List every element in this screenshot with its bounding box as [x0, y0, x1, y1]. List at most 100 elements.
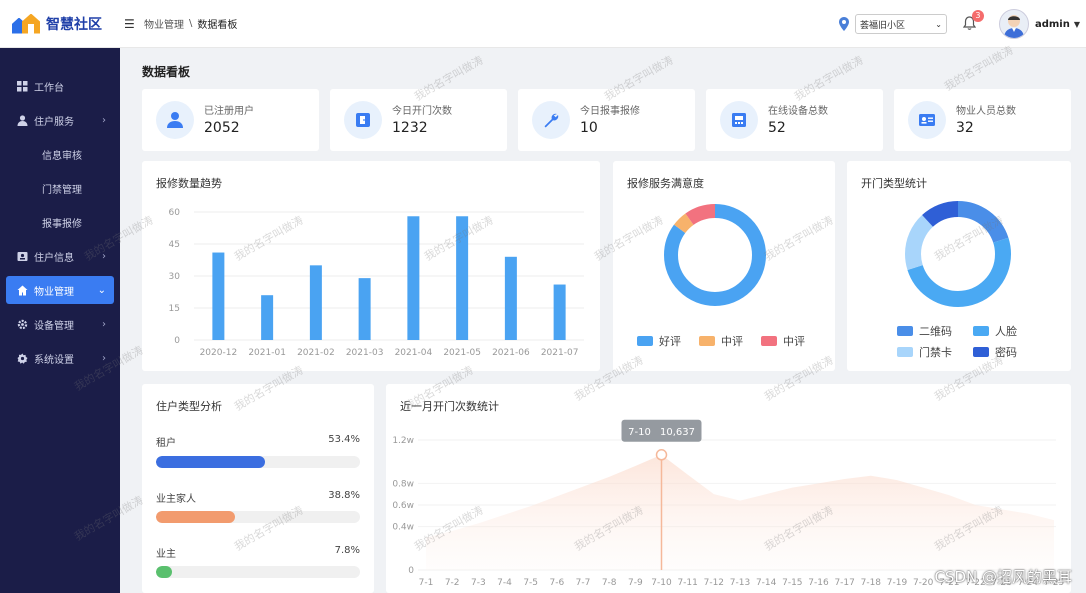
- stat-card-repair-reports: 今日报事报修 10: [518, 89, 695, 151]
- bar: [309, 265, 322, 340]
- tooltip-point: [655, 449, 668, 461]
- username[interactable]: admin: [1035, 19, 1070, 30]
- sidebar-subitem-info-review[interactable]: 信息审核: [6, 140, 114, 168]
- sidebar-item-resident-info[interactable]: 住户信息 ›: [6, 242, 114, 270]
- sidebar-item-label: 物业管理: [34, 286, 74, 298]
- door-type-donut-chart: [905, 201, 1011, 307]
- progress-fill: [156, 456, 265, 468]
- user-icon: [156, 101, 194, 139]
- sidebar-item-device-management[interactable]: 设备管理 ›: [6, 310, 114, 338]
- y-tick-label: 0.4w: [392, 523, 414, 533]
- sidebar-subitem-repair-report[interactable]: 报事报修: [6, 208, 114, 236]
- x-tick-label: 7-9: [628, 578, 643, 588]
- sidebar: 工作台 住户服务 › 信息审核 门禁管理 报事报修 住户信息 › 物业管理 ⌄ …: [0, 48, 120, 593]
- x-tick-label: 2021-04: [395, 348, 433, 358]
- tooltip-value: 10,637: [660, 427, 695, 438]
- page-title: 数据看板: [142, 65, 191, 79]
- progress-track: [156, 511, 360, 523]
- device-icon: [720, 101, 758, 139]
- legend-swatch: [761, 336, 777, 346]
- repair-trend-chart: 0 15 30 45 60 2020-12 2021-01 2021-02 2021-03 202…: [169, 208, 584, 358]
- x-tick-label: 7-18: [861, 578, 882, 588]
- sidebar-item-system-settings[interactable]: 系统设置 ›: [6, 344, 114, 372]
- menu-toggle-icon[interactable]: ☰: [124, 17, 138, 31]
- stat-label: 今日报事报修: [580, 106, 640, 117]
- stat-value: 10: [580, 120, 598, 136]
- sidebar-item-label: 住户信息: [34, 252, 74, 264]
- header-right: 荟福旧小区 ⌄ 3 admin ▼: [838, 0, 1080, 48]
- y-tick-label: 15: [169, 304, 180, 314]
- top-header: 智慧社区 ☰ 物业管理 \ 数据看板 荟福旧小区 ⌄ 3 admin ▼: [0, 0, 1086, 48]
- x-tick-label: 2020-12: [200, 348, 238, 358]
- sidebar-item-label: 系统设置: [34, 354, 74, 366]
- stat-value: 1232: [392, 120, 428, 136]
- panel-door-types: 开门类型统计 二维码 人脸 门禁卡 密码: [847, 161, 1071, 371]
- breadcrumb-parent[interactable]: 物业管理: [144, 16, 184, 31]
- x-tick-label: 7-5: [523, 578, 538, 588]
- avatar[interactable]: [998, 9, 1029, 39]
- x-tick-label: 7-13: [730, 578, 750, 588]
- sidebar-item-label: 工作台: [34, 82, 64, 94]
- x-tick-label: 7-12: [704, 578, 724, 588]
- legend-item: 好评: [637, 333, 681, 349]
- legend-label: 二维码: [919, 325, 952, 338]
- location-icon: [838, 17, 849, 31]
- breadcrumb-current: 数据看板: [197, 20, 238, 31]
- x-tick-label: 7-8: [602, 578, 617, 588]
- x-tick-label: 7-17: [834, 578, 854, 588]
- sidebar-item-workbench[interactable]: 工作台: [6, 72, 114, 100]
- gear-icon: [16, 318, 28, 330]
- stat-card-registered-users: 已注册用户 2052: [142, 89, 319, 151]
- y-tick-label: 1.2w: [392, 436, 414, 446]
- app-logo[interactable]: 智慧社区: [0, 12, 120, 36]
- wrench-icon: [532, 101, 570, 139]
- notification-button[interactable]: 3: [962, 10, 984, 32]
- sidebar-item-resident-service[interactable]: 住户服务 ›: [6, 106, 114, 134]
- y-tick-label: 0.6w: [392, 501, 414, 511]
- bar: [358, 278, 371, 340]
- sidebar-item-label: 住户服务: [34, 116, 74, 128]
- stat-card-property-staff: 物业人员总数 32: [894, 89, 1071, 151]
- legend-label: 门禁卡: [919, 346, 952, 359]
- panel-satisfaction: 报修服务满意度 好评 中评 中评: [613, 161, 835, 371]
- progress-label: 租户: [156, 438, 176, 449]
- x-tick-label: 2021-03: [346, 348, 384, 358]
- id-card-icon: [16, 250, 28, 262]
- bar: [261, 295, 274, 340]
- bar: [212, 252, 225, 340]
- legend-item: 门禁卡: [897, 344, 952, 360]
- tooltip-x: 7-10: [628, 427, 651, 438]
- y-tick-label: 45: [169, 240, 180, 250]
- stat-label: 在线设备总数: [768, 106, 828, 117]
- legend-label: 中评: [721, 335, 743, 348]
- chevron-right-icon: ›: [102, 114, 106, 126]
- settings-icon: [16, 352, 28, 364]
- x-tick-label: 2021-05: [443, 348, 481, 358]
- legend-item: 中评: [761, 333, 805, 349]
- bar: [456, 216, 469, 340]
- breadcrumb: 物业管理 \ 数据看板: [144, 16, 237, 31]
- user-menu-caret-icon[interactable]: ▼: [1074, 20, 1080, 29]
- legend-label: 密码: [995, 346, 1017, 359]
- logo-icon: [12, 12, 42, 36]
- app-title: 智慧社区: [46, 16, 102, 33]
- legend-item: 人脸: [973, 323, 1017, 339]
- stat-card-door-opens: 今日开门次数 1232: [330, 89, 507, 151]
- x-tick-label: 7-1: [419, 578, 434, 588]
- monthly-opens-area-chart: 0 0.4w 0.6w 0.8w 1.2w 7-1 7-2 7-3 7-4 7-5 7-6 7-7 7-…: [392, 419, 1064, 588]
- community-select[interactable]: 荟福旧小区 ⌄: [854, 14, 947, 34]
- x-tick-label: 2021-01: [248, 348, 286, 358]
- stat-value: 2052: [204, 120, 240, 136]
- dashboard-icon: [16, 80, 28, 92]
- legend-swatch: [897, 347, 913, 357]
- breadcrumb-separator: \: [189, 18, 193, 29]
- x-tick-label: 7-14: [756, 578, 777, 588]
- progress-fill: [156, 511, 236, 523]
- chevron-right-icon: ›: [102, 318, 106, 330]
- legend-item: 密码: [973, 344, 1017, 360]
- progress-percent: 7.8%: [334, 545, 360, 556]
- sidebar-item-property-management[interactable]: 物业管理 ⌄: [6, 276, 114, 304]
- y-tick-label: 0: [174, 336, 180, 346]
- sidebar-subitem-access-control[interactable]: 门禁管理: [6, 174, 114, 202]
- progress-track: [156, 566, 360, 578]
